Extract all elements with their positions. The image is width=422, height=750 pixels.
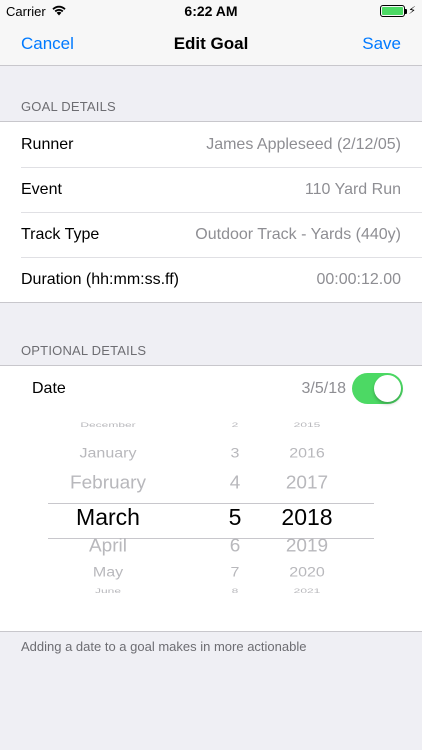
goal-details-header: GOAL DETAILS xyxy=(21,99,116,114)
picker-month-item[interactable]: February xyxy=(48,474,168,495)
toggle-knob xyxy=(374,375,401,402)
picker-day-item[interactable]: 8 xyxy=(205,587,265,595)
charging-bolt-icon: ⚡ xyxy=(408,5,416,17)
battery-level xyxy=(382,6,404,15)
optional-details-group: Date 3/5/18 December January February Ma… xyxy=(0,365,422,632)
picker-year-item[interactable]: 2021 xyxy=(268,587,346,595)
picker-year-item[interactable]: 2017 xyxy=(268,474,346,495)
track-type-value: Outdoor Track - Yards (440y) xyxy=(195,225,401,243)
save-button[interactable]: Save xyxy=(362,34,401,54)
track-type-label: Track Type xyxy=(21,225,100,243)
picker-month-item[interactable]: May xyxy=(48,565,168,580)
footer-note: Adding a date to a goal makes in more ac… xyxy=(21,639,307,654)
date-right: 3/5/18 xyxy=(302,373,403,404)
picker-month-item[interactable]: December xyxy=(48,421,168,429)
picker-day-item[interactable]: 3 xyxy=(205,446,265,461)
runner-label: Runner xyxy=(21,135,74,153)
navigation-bar: Cancel Edit Goal Save xyxy=(0,22,422,66)
optional-details-header: OPTIONAL DETAILS xyxy=(21,343,147,358)
track-type-row[interactable]: Track Type Outdoor Track - Yards (440y) xyxy=(0,212,422,257)
month-wheel[interactable]: December January February March April Ma… xyxy=(48,411,168,631)
battery-icon xyxy=(380,4,408,17)
picker-day-item[interactable]: 6 xyxy=(205,537,265,558)
status-time: 6:22 AM xyxy=(184,3,238,19)
page-title: Edit Goal xyxy=(173,34,249,53)
event-label: Event xyxy=(21,180,62,198)
picker-year-item[interactable]: 2015 xyxy=(268,421,346,429)
picker-month-item[interactable]: January xyxy=(48,446,168,461)
date-value: 3/5/18 xyxy=(301,379,346,397)
duration-value: 00:00:12.00 xyxy=(316,270,401,288)
picker-year-item[interactable]: 2016 xyxy=(268,446,346,461)
picker-day-item[interactable]: 7 xyxy=(205,565,265,580)
duration-label: Duration (hh:mm:ss.ff) xyxy=(21,270,179,288)
date-label: Date xyxy=(32,379,66,397)
picker-year-item[interactable]: 2019 xyxy=(268,537,346,558)
date-toggle[interactable] xyxy=(352,373,403,404)
runner-row[interactable]: Runner James Appleseed (2/12/05) xyxy=(0,122,422,167)
picker-day-item[interactable]: 4 xyxy=(205,474,265,495)
picker-day-item-selected[interactable]: 5 xyxy=(205,504,265,531)
goal-details-group: Runner James Appleseed (2/12/05) Event 1… xyxy=(0,121,422,303)
status-bar: Carrier 6:22 AM ⚡ xyxy=(0,0,422,22)
picker-month-item[interactable]: April xyxy=(48,537,168,558)
date-picker[interactable]: December January February March April Ma… xyxy=(0,411,422,631)
picker-year-item-selected[interactable]: 2018 xyxy=(268,504,346,531)
picker-day-item[interactable]: 2 xyxy=(205,421,265,429)
event-value: 110 Yard Run xyxy=(304,180,401,198)
picker-month-item-selected[interactable]: March xyxy=(48,504,168,531)
duration-row[interactable]: Duration (hh:mm:ss.ff) 00:00:12.00 xyxy=(0,257,422,302)
picker-month-item[interactable]: June xyxy=(48,587,168,595)
date-row: Date 3/5/18 xyxy=(0,366,422,411)
runner-value: James Appleseed (2/12/05) xyxy=(206,135,401,153)
status-right: ⚡ xyxy=(380,4,416,17)
year-wheel[interactable]: 2015 2016 2017 2018 2019 2020 2021 xyxy=(268,411,346,631)
event-row[interactable]: Event 110 Yard Run xyxy=(0,167,422,212)
picker-year-item[interactable]: 2020 xyxy=(268,565,346,580)
day-wheel[interactable]: 2 3 4 5 6 7 8 xyxy=(205,411,265,631)
